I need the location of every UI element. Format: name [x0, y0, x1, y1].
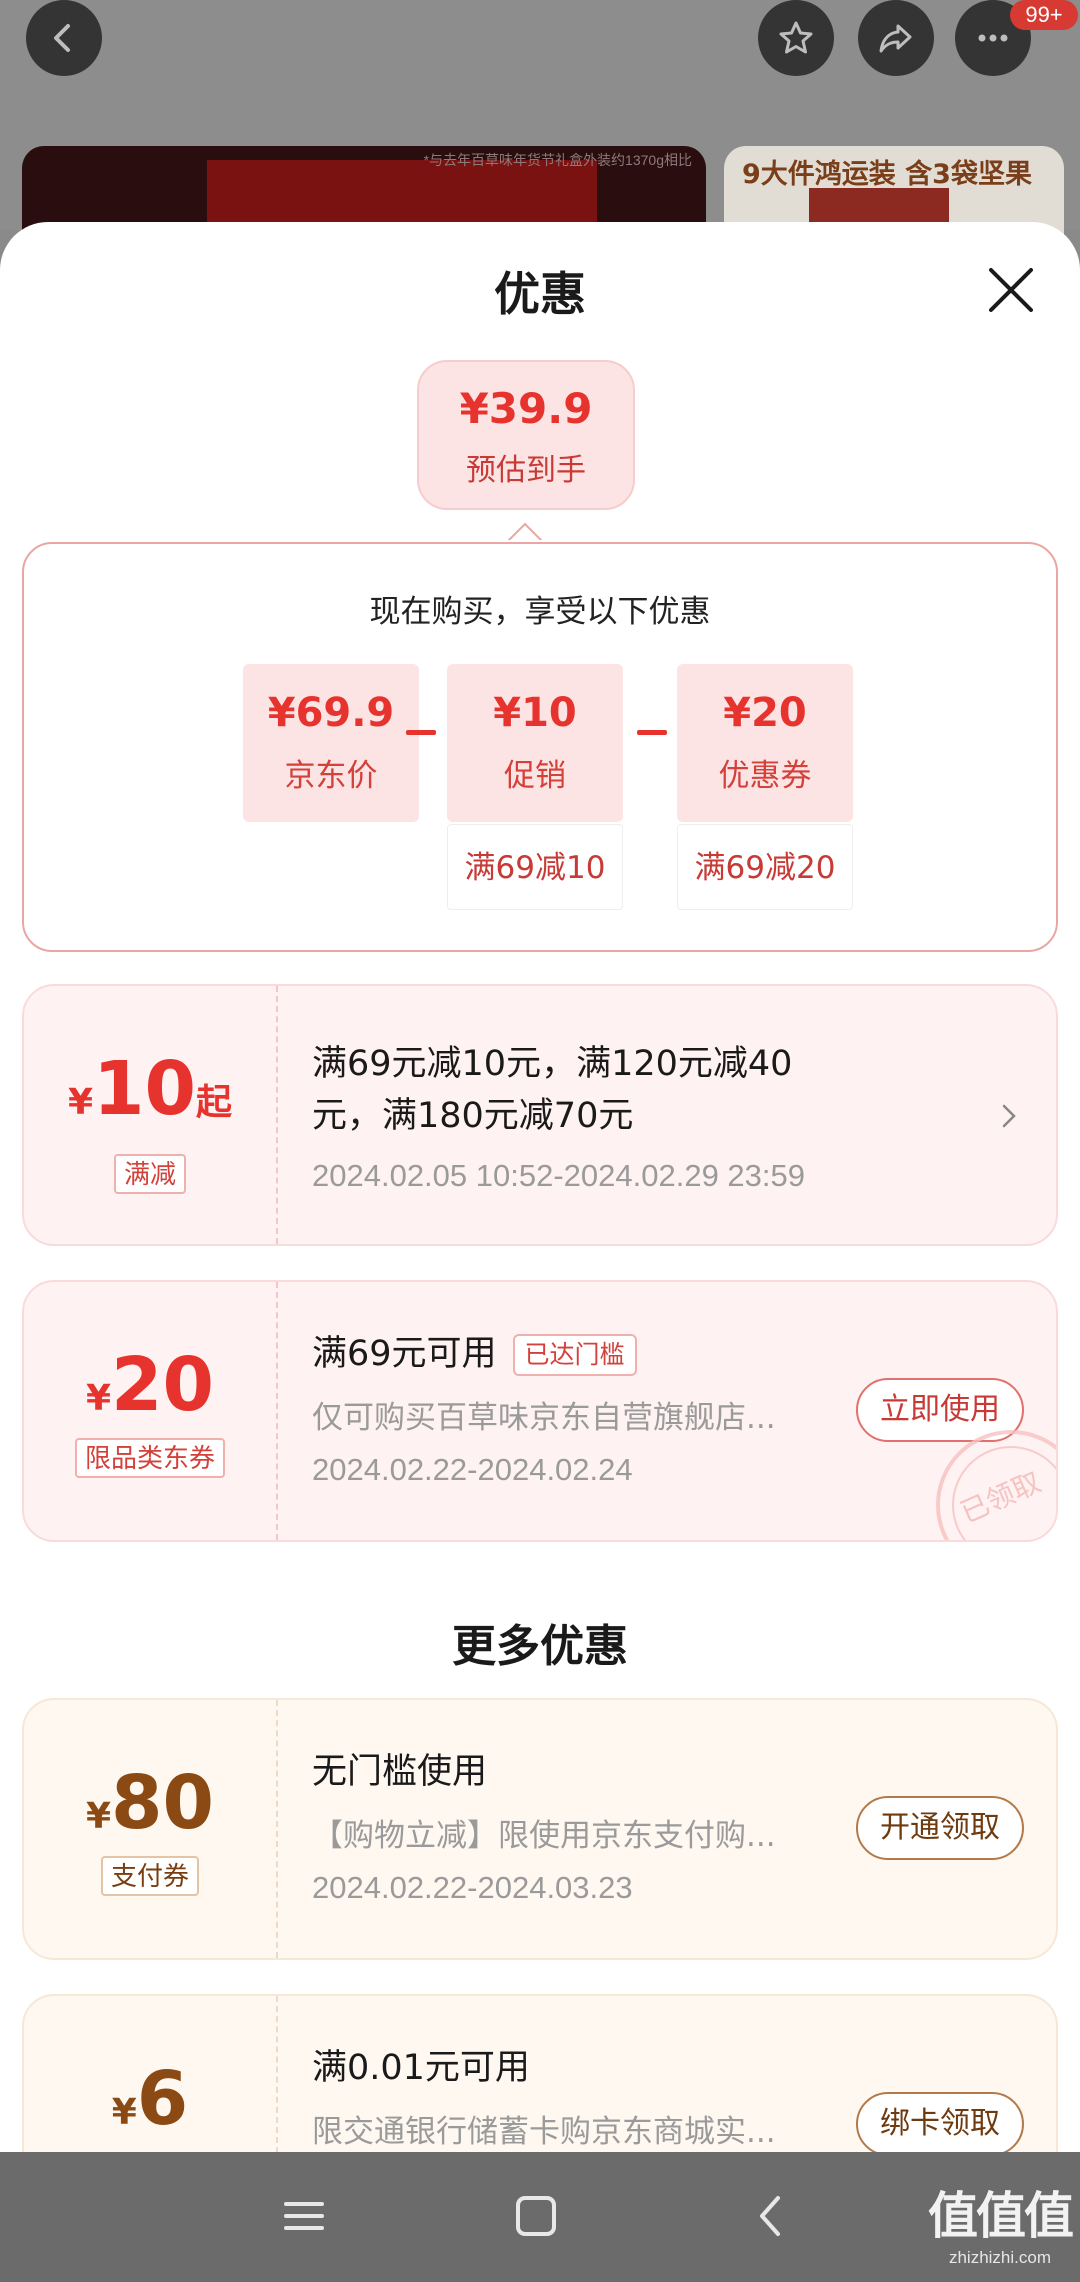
- yen-symbol: ¥: [85, 1796, 112, 1837]
- watermark-logo: 值值值: [928, 2187, 1074, 2245]
- minus-sign: [406, 730, 436, 735]
- promo-type-tag: 满减: [113, 1154, 187, 1194]
- back-button[interactable]: [26, 0, 102, 76]
- list-price-label: 京东价: [284, 758, 378, 794]
- dashed-divider: [276, 986, 278, 1244]
- coupon-validity: 2024.02.22-2024.03.23: [312, 1870, 633, 1905]
- promo-validity: 2024.02.05 10:52-2024.02.29 23:59: [312, 1158, 806, 1193]
- coupon-threshold: 满0.01元可用: [312, 2048, 530, 2088]
- home-icon[interactable]: [504, 2184, 568, 2248]
- bind-card-claim-button[interactable]: 绑卡领取: [856, 2092, 1024, 2156]
- menu-icon[interactable]: [272, 2184, 336, 2248]
- back-icon: [54, 24, 70, 52]
- threshold-reached-badge: 已达门槛: [512, 1334, 637, 1376]
- coupon-threshold: 无门槛使用: [312, 1752, 488, 1792]
- list-price-value: ¥69.9: [267, 690, 395, 736]
- coupon-amount-area: ¥20 限品类东券: [24, 1282, 276, 1540]
- estimated-price-box: ¥39.9 预估到手: [417, 360, 635, 510]
- category-coupon[interactable]: ¥20 限品类东券 满69元可用 已达门槛 仅可购买百草味京东自营旗舰店... 2…: [22, 1280, 1058, 1542]
- sheet-title: 优惠: [494, 267, 586, 321]
- promo-rule-line-2: 元，满180元减70元: [312, 1096, 634, 1136]
- coupon-threshold: 满69元可用 已达门槛: [312, 1328, 637, 1380]
- coupon-amount: ¥80: [24, 1760, 276, 1846]
- coupon-threshold-text: 满69元可用: [312, 1334, 497, 1374]
- breakdown-promotion: ¥10 促销: [447, 664, 623, 822]
- nav-back-icon[interactable]: [740, 2184, 804, 2248]
- coupon-description: 仅可购买百草味京东自营旗舰店...: [312, 1400, 776, 1436]
- yen-symbol: ¥: [111, 2092, 137, 2133]
- watermark-url: zhizhizhi.com: [948, 2248, 1052, 2267]
- payment-coupon[interactable]: ¥80 支付券 无门槛使用 【购物立减】限使用京东支付购... 2024.02.…: [22, 1698, 1058, 1960]
- coupon-amount: ¥20: [24, 1342, 276, 1428]
- estimated-price: ¥39.9: [459, 384, 593, 433]
- coupon-description: 【购物立减】限使用京东支付购...: [312, 1818, 776, 1854]
- more-discounts-title: 更多优惠: [452, 1621, 628, 1672]
- coupon-amount-area: ¥80 支付券: [24, 1700, 276, 1958]
- more-icon: [978, 34, 1008, 42]
- estimated-price-label: 预估到手: [466, 453, 586, 488]
- claimed-stamp: 已领取: [936, 1430, 1056, 1540]
- chevron-right-icon[interactable]: [998, 1100, 1020, 1132]
- promotion-label: 促销: [504, 758, 566, 794]
- breakdown-list-price: ¥69.9 京东价: [243, 664, 419, 822]
- breakdown-heading: 现在购买，享受以下优惠: [369, 594, 711, 630]
- star-icon: [779, 21, 813, 54]
- coupon-description: 限交通银行储蓄卡购京东商城实...: [312, 2114, 776, 2150]
- banner-footnote: *与去年百草味年货节礼盒外装约1370g相比: [423, 152, 692, 168]
- coupon-amount: ¥6: [24, 2056, 276, 2142]
- favorite-button[interactable]: [758, 0, 834, 76]
- coupon-validity: 2024.02.22-2024.02.24: [312, 1452, 633, 1487]
- site-watermark: 值值值 zhizhizhi.com: [925, 2176, 1075, 2268]
- system-navigation-bar: 值值值 zhizhizhi.com: [0, 2152, 1080, 2282]
- coupon-label: 优惠券: [718, 758, 812, 794]
- yen-symbol: ¥: [67, 1082, 94, 1123]
- price-breakdown: 现在购买，享受以下优惠 ¥69.9 京东价 ¥10 促销 满69减10 ¥20 …: [22, 542, 1058, 952]
- amount-suffix: 起: [196, 1082, 233, 1123]
- amount-number: 80: [111, 1760, 215, 1846]
- coupon-type-tag: 支付券: [100, 1856, 200, 1896]
- promo-rule-line-1: 满69元减10元，满120元减40: [312, 1044, 793, 1084]
- activate-claim-button[interactable]: 开通领取: [856, 1796, 1024, 1860]
- coupon-value: ¥20: [723, 690, 807, 736]
- share-icon: [879, 24, 912, 53]
- yen-symbol: ¥: [85, 1378, 112, 1419]
- promo-amount: ¥10起: [24, 1046, 276, 1132]
- amount-number: 10: [93, 1046, 197, 1132]
- amount-number: 6: [136, 2056, 189, 2142]
- promotion-value: ¥10: [493, 690, 577, 736]
- breakdown-coupon: ¥20 优惠券: [677, 664, 853, 822]
- banner-side-title: 9大件鸿运装 含3袋坚果: [742, 159, 1032, 190]
- minus-sign: [637, 730, 667, 735]
- discount-sheet: 优惠 ¥39.9 预估到手 现在购买，享受以下优惠 ¥69.9 京东价 ¥10 …: [0, 222, 1080, 2282]
- coupon-type-tag: 限品类东券: [74, 1438, 226, 1478]
- dashed-divider: [276, 1700, 278, 1958]
- full-reduction-promo[interactable]: ¥10起 满减 满69元减10元，满120元减40 元，满180元减70元 20…: [22, 984, 1058, 1246]
- coupon-rule: 满69减20: [677, 824, 853, 910]
- pointer-triangle: [507, 522, 543, 542]
- promotion-rule: 满69减10: [447, 824, 623, 910]
- product-page-header: 99+ *与去年百草味年货节礼盒外装约1370g相比 9大件鸿运装 含3袋坚果: [0, 0, 1080, 266]
- amount-number: 20: [111, 1342, 215, 1428]
- close-icon[interactable]: [985, 264, 1037, 316]
- notification-badge: 99+: [1010, 0, 1078, 30]
- share-button[interactable]: [858, 0, 934, 76]
- dashed-divider: [276, 1282, 278, 1540]
- promo-amount-area: ¥10起 满减: [24, 986, 276, 1244]
